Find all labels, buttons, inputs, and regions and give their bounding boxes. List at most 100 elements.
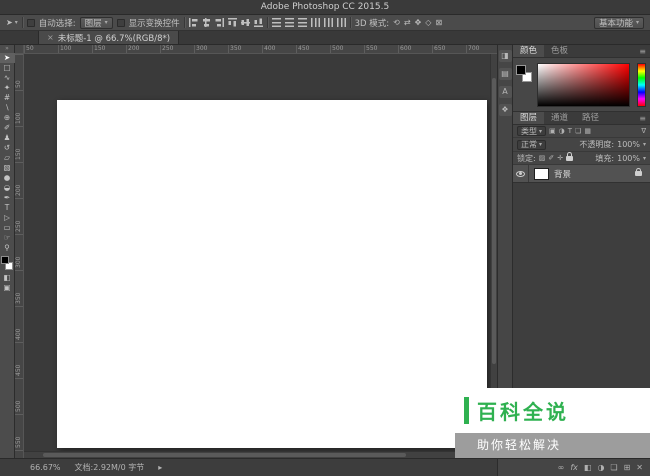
align-right-edges-icon[interactable] (215, 18, 224, 27)
screen-mode-icon[interactable]: ▣ (0, 283, 15, 293)
layer-visibility-cell[interactable] (513, 165, 529, 182)
status-expand-icon[interactable]: ▸ (158, 463, 162, 472)
panel-menu-icon[interactable]: ≡ (635, 112, 650, 124)
document-tab[interactable]: × 未标题-1 @ 66.7%(RGB/8*) (38, 31, 179, 44)
tool-brush[interactable]: ✐ (0, 123, 15, 133)
layer-row-background[interactable]: 背景 (513, 165, 650, 183)
distribute-top-edges-icon[interactable] (272, 18, 281, 27)
align-bottom-edges-icon[interactable] (254, 18, 263, 27)
tool-preset-picker[interactable]: ➤ ▾ (6, 18, 18, 27)
collapsed-panel-icon[interactable]: ❖ (499, 104, 512, 116)
tool-quick-selection[interactable]: ✦ (0, 83, 15, 93)
tool-eyedropper[interactable]: ∖ (0, 103, 15, 113)
auto-select-dropdown[interactable]: 图层 ▾ (80, 17, 113, 29)
layer-style-icon[interactable]: fx (570, 463, 578, 472)
filter-adjustment-layers-icon[interactable]: ◑ (559, 127, 565, 135)
align-horizontal-centers-icon[interactable] (202, 18, 211, 27)
collapsed-panel-icon[interactable]: ▤ (499, 68, 512, 80)
foreground-color-swatch[interactable] (1, 256, 9, 264)
mode3d-icon[interactable]: ⊠ (435, 18, 442, 27)
close-icon[interactable]: × (47, 33, 54, 42)
link-layers-icon[interactable]: ∞ (558, 463, 565, 472)
layer-group-icon[interactable]: ❏ (610, 463, 617, 472)
align-top-edges-icon[interactable] (228, 18, 237, 27)
toolbar-collapse-icon[interactable]: » (5, 45, 9, 53)
color-panel-foreground-swatch[interactable] (516, 65, 526, 75)
tool-type[interactable]: T (0, 203, 15, 213)
layer-mask-icon[interactable]: ◧ (584, 463, 592, 472)
show-transform-checkbox[interactable] (117, 19, 125, 27)
filter-shape-layers-icon[interactable]: ❏ (575, 127, 581, 135)
new-layer-icon[interactable]: ⊞ (624, 463, 631, 472)
align-vertical-centers-icon[interactable] (241, 18, 250, 27)
canvas-document[interactable] (57, 100, 487, 448)
distribute-vertical-centers-icon[interactable] (285, 18, 294, 27)
lock-position-icon[interactable]: ✛ (557, 154, 563, 162)
tab-layers[interactable]: 图层 (513, 112, 544, 124)
watermark-subtitle: 助你轻松解决 (455, 433, 650, 458)
filter-type-layers-icon[interactable]: T (568, 127, 572, 135)
tab-swatches[interactable]: 色板 (544, 45, 575, 57)
distribute-bottom-edges-icon[interactable] (298, 18, 307, 27)
distribute-left-edges-icon[interactable] (311, 18, 320, 27)
document-tab-title: 未标题-1 @ 66.7%(RGB/8*) (58, 32, 170, 44)
tool-zoom[interactable]: ⚲ (0, 243, 15, 253)
scrollbar-thumb[interactable] (43, 453, 406, 457)
workspace-switcher[interactable]: 基本功能 ▾ (594, 17, 644, 29)
lock-transparency-icon[interactable]: ▨ (539, 154, 546, 162)
tool-rectangle-shape[interactable]: ▭ (0, 223, 15, 233)
collapsed-panel-icon[interactable]: A (499, 86, 512, 98)
tool-move[interactable]: ➤ (0, 53, 15, 63)
collapsed-panel-icon[interactable]: ◨ (499, 50, 512, 62)
filter-smart-objects-icon[interactable]: ▦ (584, 127, 591, 135)
distribute-horizontal-centers-icon[interactable] (324, 18, 333, 27)
tool-gradient[interactable]: ▧ (0, 163, 15, 173)
ruler-label: 400 (15, 306, 24, 342)
horizontal-scrollbar[interactable] (24, 451, 490, 458)
blend-mode-dropdown[interactable]: 正常 ▾ (517, 140, 546, 150)
tab-color[interactable]: 颜色 (513, 45, 544, 57)
ruler-origin-corner[interactable] (15, 45, 24, 54)
zoom-level-field[interactable]: 66.67% (30, 463, 61, 472)
mode3d-icon[interactable]: ◇ (425, 18, 431, 27)
divider (22, 17, 23, 28)
mode3d-icon[interactable]: ⟲ (393, 18, 400, 27)
tool-hand[interactable]: ☞ (0, 233, 15, 243)
lock-pixels-icon[interactable]: ✐ (548, 154, 554, 162)
tab-paths[interactable]: 路径 (575, 112, 606, 124)
scrollbar-thumb[interactable] (492, 78, 496, 364)
panel-menu-icon[interactable]: ≡ (635, 45, 650, 57)
mode3d-icon[interactable]: ⇄ (404, 18, 411, 27)
distribute-right-edges-icon[interactable] (337, 18, 346, 27)
hue-slider[interactable] (637, 63, 646, 107)
filter-pixel-layers-icon[interactable]: ▣ (549, 127, 556, 135)
layer-thumbnail[interactable] (534, 168, 549, 180)
tab-channels[interactable]: 通道 (544, 112, 575, 124)
mode3d-icon[interactable]: ✥ (415, 18, 422, 27)
tool-lasso[interactable]: ∿ (0, 73, 15, 83)
tool-path-selection[interactable]: ▷ (0, 213, 15, 223)
layer-filter-kind-dropdown[interactable]: 类型 ▾ (517, 126, 546, 136)
adjustment-layer-icon[interactable]: ◑ (597, 463, 604, 472)
delete-layer-icon[interactable]: ✕ (636, 463, 643, 472)
tool-spot-healing-brush[interactable]: ⊕ (0, 113, 15, 123)
tool-pen[interactable]: ✒ (0, 193, 15, 203)
tool-blur[interactable]: ● (0, 173, 15, 183)
opacity-value[interactable]: 100% (617, 140, 640, 149)
lock-all-icon[interactable] (566, 156, 573, 161)
tool-rectangular-marquee[interactable]: □ (0, 63, 15, 73)
auto-select-checkbox[interactable] (27, 19, 35, 27)
tool-clone-stamp[interactable]: ♟ (0, 133, 15, 143)
align-left-edges-icon[interactable] (189, 18, 198, 27)
quick-mask-icon[interactable]: ◧ (0, 273, 15, 283)
filter-funnel-icon[interactable]: ∇ (641, 127, 646, 135)
tool-dodge[interactable]: ◒ (0, 183, 15, 193)
fill-value[interactable]: 100% (617, 154, 640, 163)
workspace-label: 基本功能 (599, 17, 633, 29)
saturation-brightness-picker[interactable] (537, 63, 630, 107)
color-panel-tabs: 颜色 色板 ≡ (513, 45, 650, 58)
tool-eraser[interactable]: ▱ (0, 153, 15, 163)
tool-crop[interactable]: # (0, 93, 15, 103)
window-title: Adobe Photoshop CC 2015.5 (0, 0, 650, 15)
tool-history-brush[interactable]: ↺ (0, 143, 15, 153)
